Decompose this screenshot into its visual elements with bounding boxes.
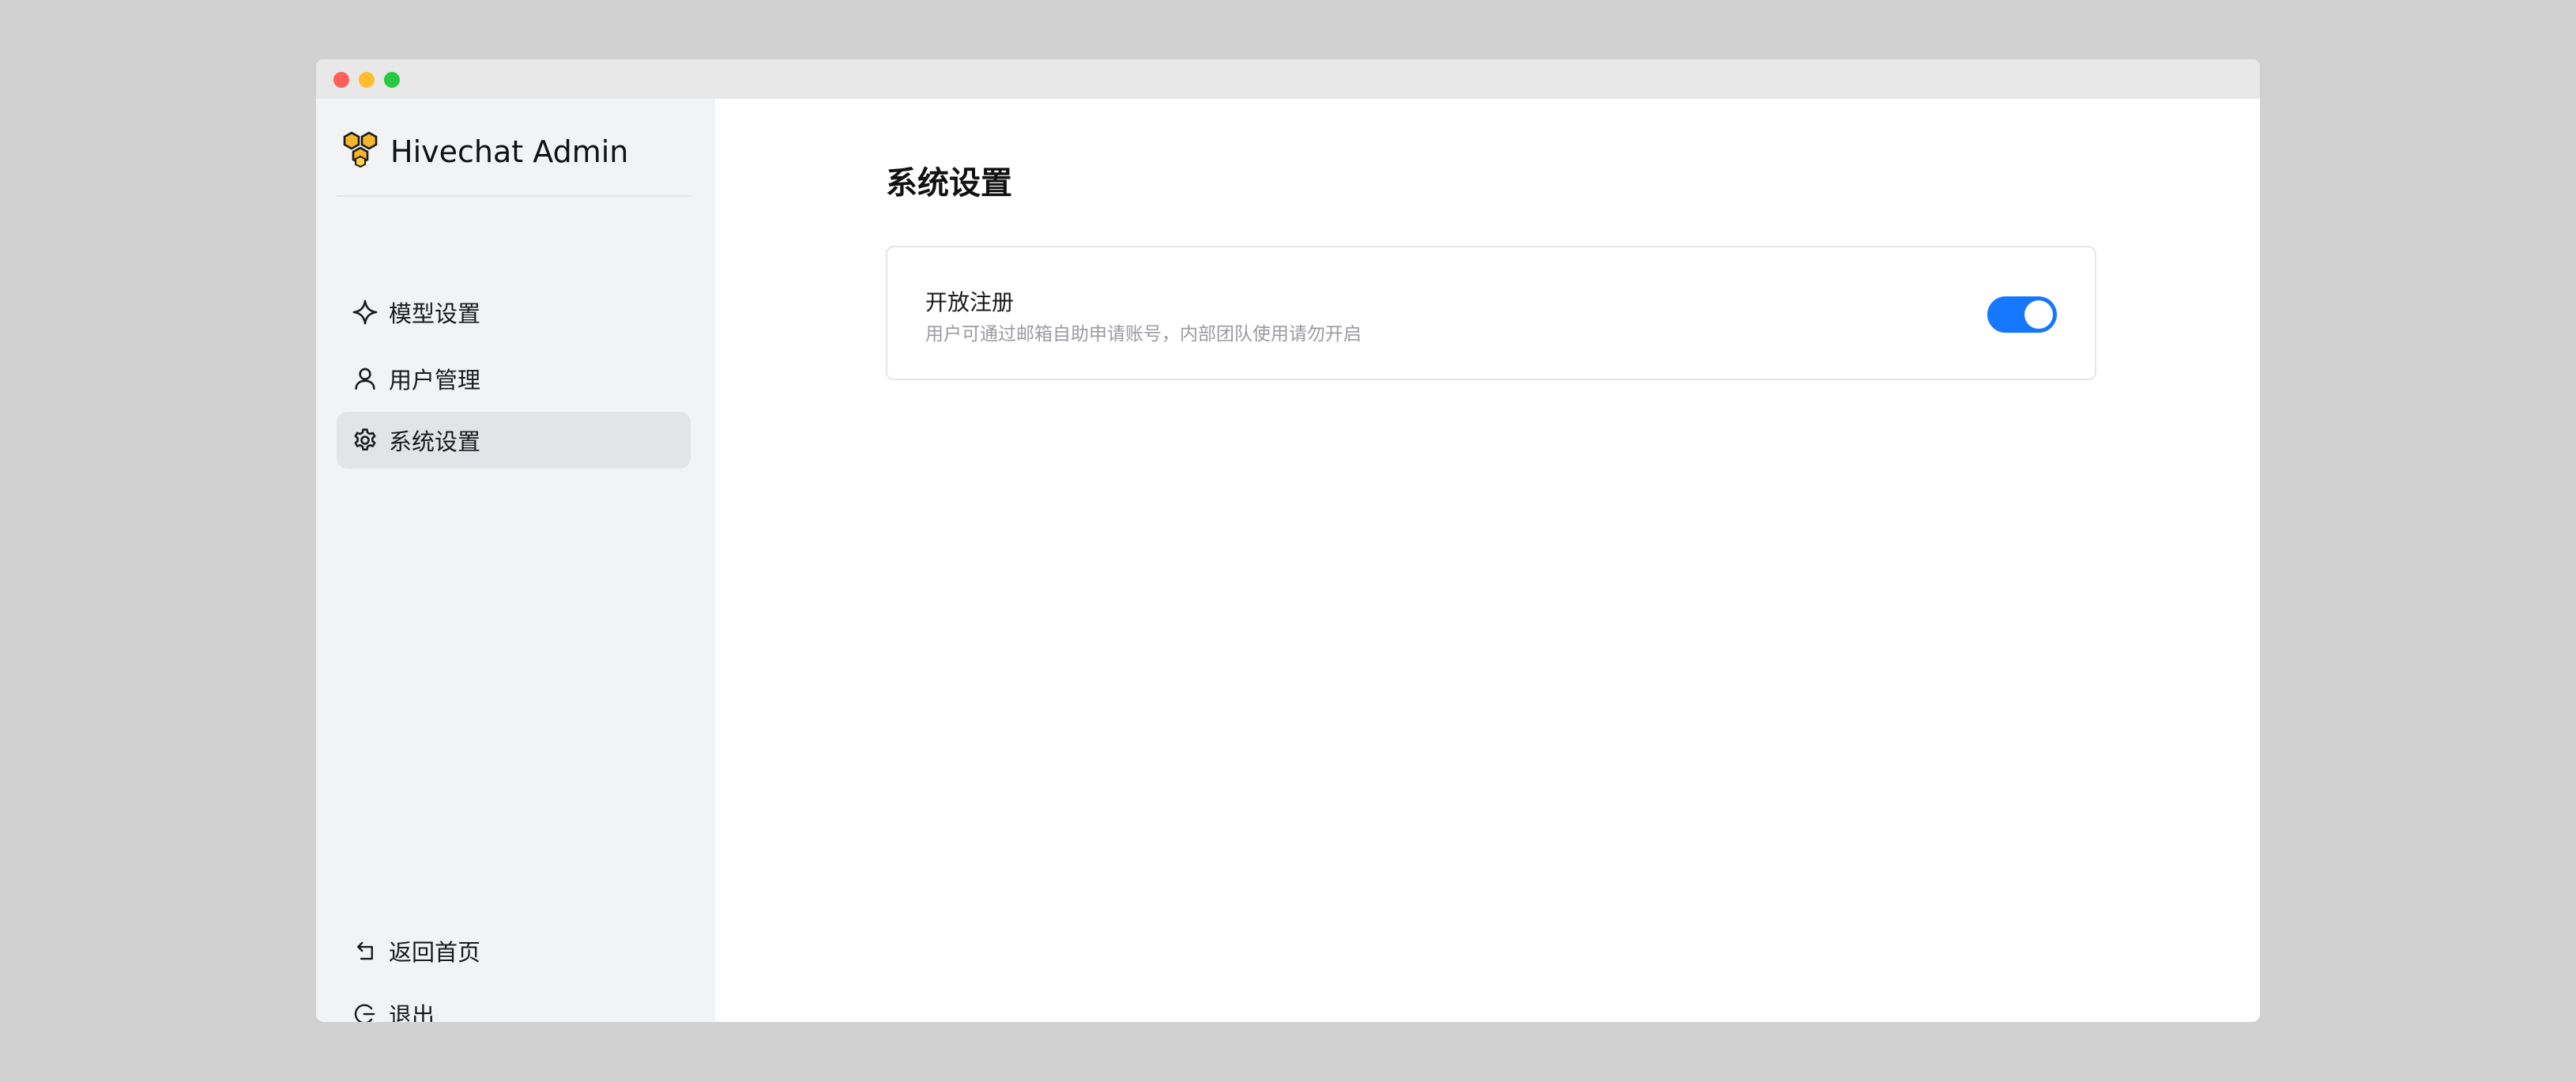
app-title: Hivechat Admin (390, 134, 629, 169)
sidebar-item-label: 返回首页 (389, 939, 481, 966)
user-icon (351, 364, 379, 393)
minimize-window-button[interactable] (359, 72, 375, 88)
window-titlebar (316, 59, 2260, 99)
honeycomb-logo-icon (341, 130, 381, 173)
close-window-button[interactable] (333, 72, 349, 88)
sidebar-item-model-settings[interactable]: 模型设置 (337, 284, 691, 341)
sidebar-item-logout[interactable]: 退出 (337, 986, 691, 1022)
sidebar-item-label: 系统设置 (389, 428, 481, 455)
setting-title: 开放注册 (925, 289, 1015, 315)
sidebar-item-label: 退出 (389, 1002, 435, 1022)
main-content: 系统设置 开放注册 用户可通过邮箱自助申请账号，内部团队使用请勿开启 (715, 99, 2260, 1022)
sidebar-item-label: 模型设置 (389, 300, 481, 327)
sidebar-divider (337, 195, 691, 197)
setting-description: 用户可通过邮箱自助申请账号，内部团队使用请勿开启 (925, 324, 1361, 345)
sidebar: Hivechat Admin 模型设置 用户管理 系统设置 返回首页 退出 (316, 99, 715, 1022)
sidebar-item-label: 用户管理 (389, 367, 481, 394)
sidebar-item-user-management[interactable]: 用户管理 (337, 350, 691, 407)
sparkle-icon (351, 298, 379, 326)
brand: Hivechat Admin (341, 129, 628, 175)
return-icon (351, 937, 379, 965)
gear-icon (351, 426, 379, 454)
open-registration-toggle[interactable] (1987, 296, 2057, 333)
app-window: Hivechat Admin 模型设置 用户管理 系统设置 返回首页 退出 系统… (316, 59, 2260, 1022)
open-registration-setting-card: 开放注册 用户可通过邮箱自助申请账号，内部团队使用请勿开启 (886, 246, 2096, 380)
sidebar-item-system-settings[interactable]: 系统设置 (337, 412, 691, 469)
toggle-knob (2024, 300, 2053, 329)
sidebar-item-back-home[interactable]: 返回首页 (337, 922, 691, 979)
logout-icon (351, 1000, 379, 1022)
page-title: 系统设置 (886, 165, 1012, 202)
maximize-window-button[interactable] (384, 72, 400, 88)
